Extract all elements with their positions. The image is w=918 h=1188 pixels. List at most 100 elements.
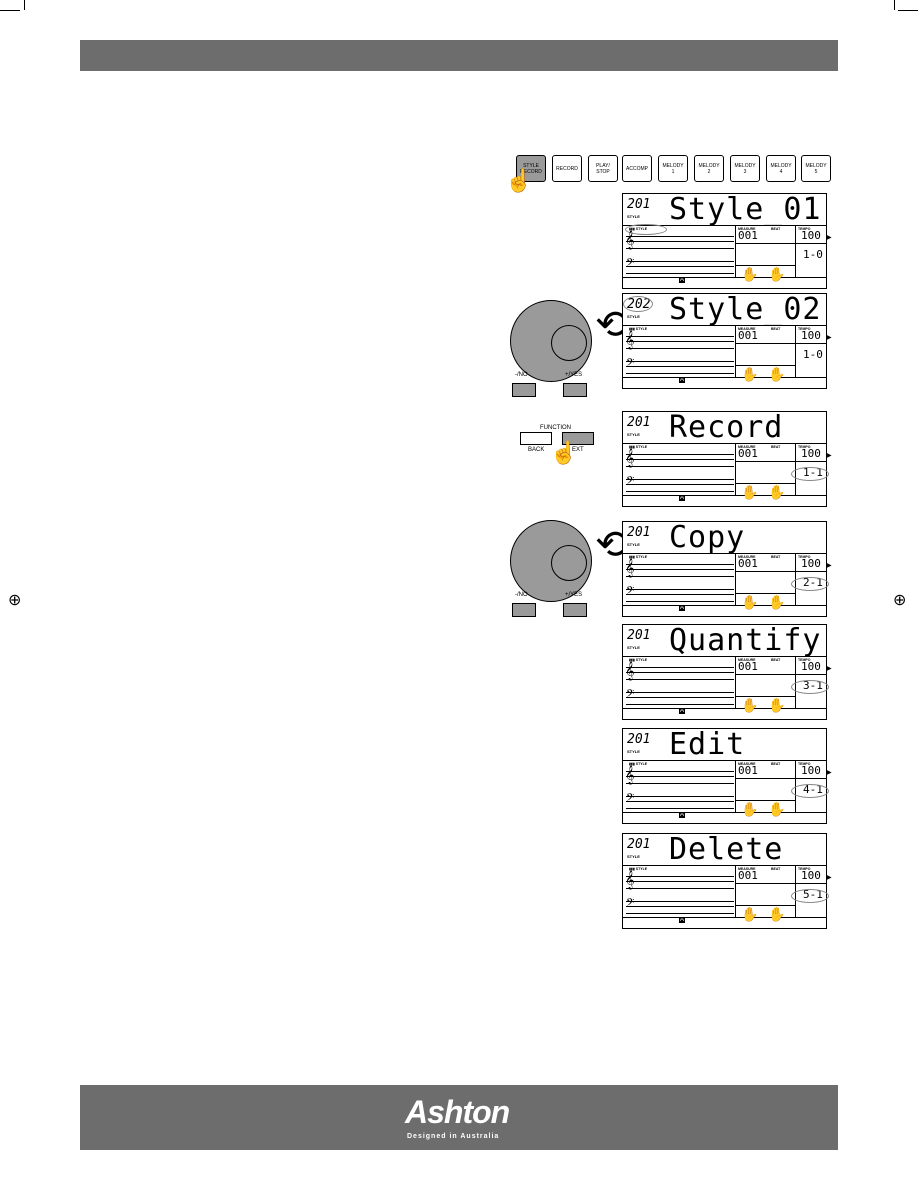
lcd-main-text: Style_02	[669, 292, 822, 327]
measure-value: 001	[738, 229, 758, 242]
tagline: Designed in Australia	[407, 1133, 500, 1140]
measure-value: 001	[738, 557, 758, 570]
header-bar	[80, 40, 838, 71]
user-style-label: ▮▮▮ STYLE	[629, 867, 648, 871]
tempo-value: 100	[801, 764, 821, 777]
style-number: 201	[627, 628, 651, 643]
lcd-main-text: Style_01	[669, 192, 822, 227]
divider	[735, 444, 736, 496]
panel-button[interactable]: RECORD	[552, 155, 582, 182]
lcd-lower-area: ▮▮▮ STYLE 𝄞 𝄢 A MEASURE BEAT TEMPO 001 1…	[623, 865, 832, 928]
treble-clef-icon: 𝄞	[625, 332, 635, 349]
highlight-circle	[791, 889, 829, 903]
yes-button[interactable]	[563, 383, 587, 397]
divider	[795, 326, 796, 378]
treble-staff	[626, 667, 734, 680]
registration-mark-icon: ⊕	[8, 592, 22, 609]
left-hand-icon: ✋	[741, 801, 759, 817]
left-hand-icon: ✋	[741, 484, 759, 500]
bass-staff	[626, 261, 734, 274]
bass-staff	[626, 361, 734, 374]
back-label: BACK	[528, 447, 545, 453]
beat-label: BEAT	[771, 867, 781, 871]
brand-logo: Ashton	[405, 1094, 510, 1130]
style-label: STYLE	[627, 749, 640, 754]
no-label: -/NO	[515, 592, 528, 598]
right-hand-icon: ✋	[768, 366, 786, 382]
function-label: FUNCTION	[540, 425, 571, 431]
arrow-marker-icon: ▶	[827, 335, 832, 341]
back-button[interactable]	[520, 432, 552, 445]
style-number: 201	[627, 415, 651, 430]
panel-button[interactable]: PLAY/ STOP	[588, 155, 618, 182]
pointing-hand-icon: ☝	[505, 168, 533, 193]
no-button[interactable]	[512, 603, 536, 617]
style-section-value: 1-0	[803, 248, 823, 261]
panel-button[interactable]: MELODY 4	[766, 155, 796, 182]
data-dial[interactable]	[510, 300, 592, 382]
style-label: STYLE	[627, 645, 640, 650]
lcd-screen: 201 STYLE Style_01 ▮▮▮ STYLE 𝄞 𝄢 A MEASU…	[622, 192, 832, 289]
user-style-text: STYLE	[635, 762, 648, 766]
highlight-circle	[791, 577, 829, 591]
beat-label: BEAT	[771, 658, 781, 662]
treble-clef-icon: 𝄞	[625, 872, 635, 889]
panel-button[interactable]: MELODY 1	[658, 155, 688, 182]
arrow-marker-icon: ▶	[827, 666, 832, 672]
user-style-text: STYLE	[635, 658, 648, 662]
yes-label: +/YES	[565, 372, 583, 378]
highlight-circle	[791, 467, 829, 481]
bass-clef-icon: 𝄢	[626, 687, 635, 702]
measure-value: 001	[738, 660, 758, 673]
panel-button[interactable]: MELODY 5	[801, 155, 831, 182]
beat-label: BEAT	[771, 327, 781, 331]
bass-clef-icon: 𝄢	[626, 791, 635, 806]
panel-button[interactable]: MELODY 3	[730, 155, 760, 182]
bass-clef-icon: 𝄢	[626, 896, 635, 911]
arrow-marker-icon: ▶	[827, 875, 832, 881]
crop-mark	[10, 0, 25, 10]
lcd-screen: 201 STYLE Delete ▮▮▮ STYLE 𝄞 𝄢 A MEASURE…	[622, 832, 832, 929]
divider	[735, 226, 736, 278]
arrow-marker-icon: ▶	[827, 770, 832, 776]
tempo-value: 100	[801, 447, 821, 460]
divider	[735, 657, 736, 709]
crop-mark	[894, 0, 909, 10]
lcd-screen: 201 STYLE Copy ▮▮▮ STYLE 𝄞 𝄢 A MEASURE B…	[622, 520, 832, 617]
pointing-hand-icon: ☝	[550, 440, 578, 465]
style-label: STYLE	[627, 214, 640, 219]
crop-mark	[0, 10, 20, 12]
lcd-lower-area: ▮▮▮ STYLE 𝄞 𝄢 A MEASURE BEAT TEMPO 001 1…	[623, 224, 832, 288]
left-hand-icon: ✋	[741, 366, 759, 382]
data-dial[interactable]	[510, 520, 592, 602]
style-number: 201	[627, 197, 651, 212]
lcd-screen: 202 STYLE Style_02 ▮▮▮ STYLE 𝄞 𝄢 A MEASU…	[622, 292, 832, 389]
bass-clef-icon: 𝄢	[626, 256, 635, 271]
bass-clef-icon: 𝄢	[626, 356, 635, 371]
bass-clef-icon: 𝄢	[626, 584, 635, 599]
tempo-value: 100	[801, 660, 821, 673]
tempo-value: 100	[801, 557, 821, 570]
no-label: -/NO	[515, 372, 528, 378]
beat-label: BEAT	[771, 555, 781, 559]
arrow-marker-icon: ▶	[827, 563, 832, 569]
user-style-label: ▮▮▮ STYLE	[629, 555, 648, 559]
manual-page: ⊕ ⊕ STYLE RECORD RECORD PLAY/ STOP ACCOMP ME…	[0, 0, 918, 1188]
measure-value: 001	[738, 447, 758, 460]
tempo-value: 100	[801, 869, 821, 882]
registration-mark-icon: ⊕	[893, 592, 907, 609]
highlight-circle	[791, 784, 829, 798]
divider	[735, 326, 736, 378]
beat-label: BEAT	[771, 227, 781, 231]
tempo-value: 100	[801, 229, 821, 242]
panel-button[interactable]: MELODY 2	[694, 155, 724, 182]
user-style-label: ▮▮▮ STYLE	[629, 658, 648, 662]
yes-button[interactable]	[563, 603, 587, 617]
bass-staff	[626, 589, 734, 602]
panel-button[interactable]: ACCOMP	[622, 155, 652, 182]
style-label: STYLE	[627, 314, 640, 319]
no-button[interactable]	[512, 383, 536, 397]
user-style-label: ▮▮▮ STYLE	[629, 327, 648, 331]
highlight-circle	[791, 680, 829, 694]
crop-mark	[898, 10, 918, 12]
